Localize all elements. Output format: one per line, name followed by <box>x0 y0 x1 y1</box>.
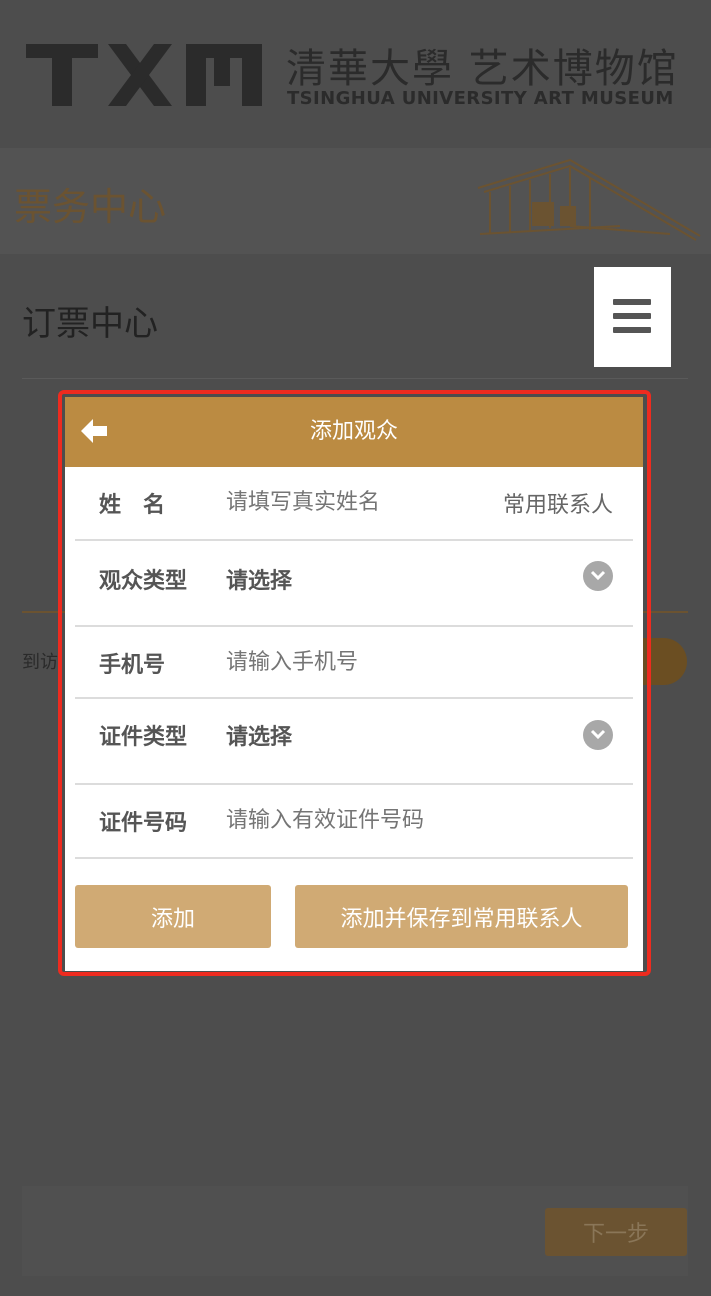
visitor-type-row[interactable]: 观众类型 请选择 <box>75 541 633 627</box>
banner-title: 票务中心 <box>14 185 167 229</box>
phone-row: 手机号 <box>75 627 633 699</box>
add-and-save-contact-button[interactable]: 添加并保存到常用联系人 <box>295 885 628 948</box>
page-title: 订票中心 <box>22 304 158 344</box>
visit-date-label: 到访 <box>22 652 58 673</box>
phone-label: 手机号 <box>99 653 166 678</box>
id-type-row[interactable]: 证件类型 请选择 <box>75 699 633 785</box>
id-number-label: 证件号码 <box>99 811 188 836</box>
chevron-down-icon[interactable] <box>583 720 613 750</box>
tam-logo-icon <box>26 44 262 106</box>
name-label: 姓 名 <box>99 493 166 518</box>
phone-input[interactable] <box>226 647 606 677</box>
id-number-input[interactable] <box>226 805 606 835</box>
name-row: 姓 名 常用联系人 <box>75 467 633 541</box>
id-type-select[interactable]: 请选择 <box>226 719 292 751</box>
chevron-down-icon[interactable] <box>583 561 613 591</box>
modal-header: 添加观众 <box>65 397 643 467</box>
add-visitor-modal: 添加观众 姓 名 常用联系人 观众类型 请选择 手机号 证件类型 请选择 证件号… <box>65 397 643 971</box>
visitor-type-select[interactable]: 请选择 <box>226 563 292 595</box>
logo-english-name: TSINGHUA UNIVERSITY ART MUSEUM <box>287 88 674 109</box>
id-type-label: 证件类型 <box>99 725 188 750</box>
id-number-row: 证件号码 <box>75 785 633 859</box>
divider <box>22 378 688 379</box>
modal-title: 添加观众 <box>309 419 398 444</box>
museum-building-sketch-icon <box>477 158 701 241</box>
add-button[interactable]: 添加 <box>75 885 271 948</box>
visitor-type-label: 观众类型 <box>99 569 188 594</box>
frequent-contacts-link[interactable]: 常用联系人 <box>503 487 613 519</box>
menu-button[interactable] <box>594 267 671 367</box>
next-step-button[interactable]: 下一步 <box>545 1208 687 1256</box>
logo-chinese-name: 清華大學 艺术博物馆 <box>286 46 679 92</box>
back-arrow-icon[interactable] <box>81 419 107 443</box>
name-input[interactable] <box>226 487 476 517</box>
